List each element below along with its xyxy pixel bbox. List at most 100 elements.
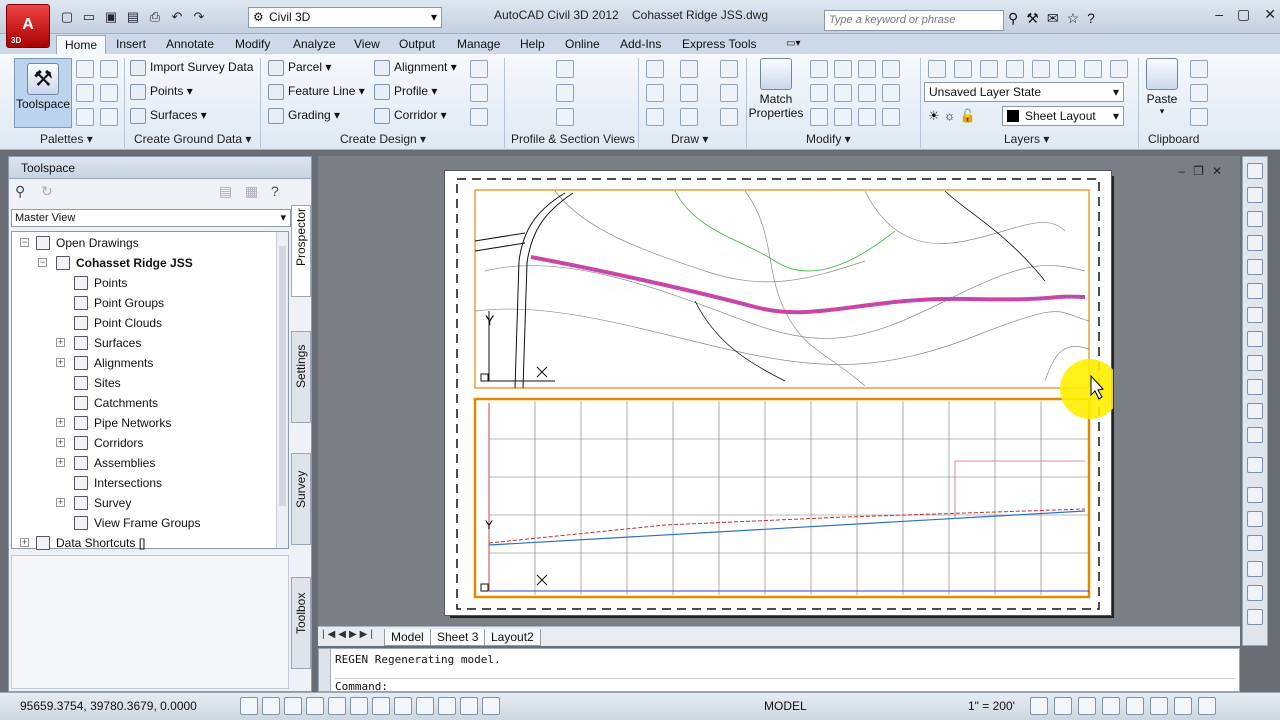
expand-icon[interactable]: + [56, 438, 65, 447]
fillet-icon[interactable] [858, 84, 876, 102]
grading-menu-button[interactable]: Grading ▾ [268, 108, 340, 124]
transparent-station-offset-icon[interactable] [1247, 427, 1263, 443]
mirror-icon[interactable] [834, 84, 852, 102]
expand-icon[interactable]: + [56, 458, 65, 467]
expand-icon[interactable]: + [56, 338, 65, 347]
transparent-section-icon[interactable] [1247, 609, 1263, 625]
layer-off-icon[interactable] [1032, 60, 1050, 78]
lock-toolbars-icon[interactable] [1102, 697, 1120, 715]
status-bar-menu-icon[interactable] [1174, 697, 1192, 715]
tab-model[interactable]: Model [384, 629, 431, 646]
parcel-menu-button[interactable]: Parcel ▾ [268, 60, 331, 76]
help-icon[interactable]: ? [1087, 10, 1095, 27]
maximize-icon[interactable]: ▢ [1237, 6, 1250, 23]
transparent-grid-icon[interactable] [1247, 259, 1263, 275]
snap-toggle-icon[interactable] [240, 697, 258, 715]
transparent-profile-grade-icon[interactable] [1247, 511, 1263, 527]
panel-title-palettes[interactable]: Palettes ▾ [40, 132, 93, 146]
transparent-lat-long-icon[interactable] [1247, 283, 1263, 299]
tab-sheet-3[interactable]: Sheet 3 [430, 629, 486, 646]
circle-icon[interactable] [680, 84, 698, 102]
panel-title-create-design[interactable]: Create Design ▾ [340, 132, 426, 146]
clean-screen-icon[interactable] [1198, 697, 1216, 715]
tree-item-view-frame-groups[interactable]: View Frame Groups [74, 515, 200, 531]
transparent-bearing-icon[interactable] [1247, 187, 1263, 203]
panel-title-draw[interactable]: Draw ▾ [671, 132, 708, 146]
layer-match-icon[interactable] [1084, 60, 1102, 78]
tree-item-open-drawings[interactable]: Open Drawings [36, 235, 139, 251]
feature-line-menu-button[interactable]: Feature Line ▾ [268, 84, 365, 100]
copy-base-point-icon[interactable] [1190, 108, 1208, 126]
transparent-filter-icon[interactable] [1247, 585, 1263, 601]
zoom-search-icon[interactable]: ⚲ [15, 183, 25, 200]
tab-prospector[interactable]: Prospector [291, 205, 311, 297]
multipoint-icon[interactable] [646, 84, 664, 102]
alignment-menu-button[interactable]: Alignment ▾ [374, 60, 457, 76]
assembly-icon[interactable] [470, 84, 488, 102]
redo-icon[interactable]: ↷ [190, 8, 208, 26]
tree-item-point-clouds[interactable]: Point Clouds [74, 315, 162, 331]
cursor-coordinates[interactable]: 95659.3754, 39780.3679, 0.0000 [20, 699, 197, 713]
tab-manage[interactable]: Manage [457, 35, 500, 53]
print-icon[interactable]: ⎙ [146, 8, 164, 26]
transparency-toggle-icon[interactable] [460, 697, 478, 715]
layer-lock-icon[interactable] [1058, 60, 1076, 78]
3d-osnap-toggle-icon[interactable] [350, 697, 368, 715]
help-search-input[interactable]: Type a keyword or phrase [824, 10, 1004, 31]
tree-item-corridors[interactable]: Corridors [74, 435, 143, 451]
drawing-restore-icon[interactable]: ❐ [1193, 164, 1204, 178]
line-icon[interactable] [646, 60, 664, 78]
transparent-point-name-icon[interactable] [1247, 355, 1263, 371]
toolspace-help-icon[interactable]: ? [271, 183, 279, 199]
tab-modify[interactable]: Modify [235, 35, 270, 53]
tree-item-points[interactable]: Points [74, 275, 127, 291]
trim-icon[interactable] [858, 60, 876, 78]
otrack-toggle-icon[interactable] [372, 697, 390, 715]
rotate-icon[interactable] [720, 60, 738, 78]
sample-lines-icon[interactable] [556, 84, 574, 102]
layer-toggle-icons[interactable]: ☀☼🔓 [928, 108, 980, 124]
expand-icon[interactable]: + [20, 538, 29, 547]
survey-palette-icon[interactable] [76, 84, 94, 102]
intersection-icon[interactable] [470, 60, 488, 78]
array-icon[interactable] [834, 108, 852, 126]
dynamic-input-toggle-icon[interactable] [416, 697, 434, 715]
tab-toolbox[interactable]: Toolbox [291, 577, 311, 669]
tab-add-ins[interactable]: Add-Ins [620, 35, 661, 53]
command-line-grip[interactable] [319, 649, 331, 691]
tree-item-sites[interactable]: Sites [74, 375, 121, 391]
transparent-match-icon[interactable] [1247, 561, 1263, 577]
model-space-toggle[interactable]: MODEL [764, 699, 807, 713]
layer-properties-icon[interactable] [928, 60, 946, 78]
tool-palettes-icon[interactable] [100, 108, 118, 126]
tree-item-catchments[interactable]: Catchments [74, 395, 158, 411]
toolspace-button[interactable]: ⚒ Toolspace [14, 58, 72, 128]
hardware-acceleration-icon[interactable] [1126, 697, 1144, 715]
points-menu-button[interactable]: Points ▾ [130, 84, 193, 100]
tab-view[interactable]: View [354, 35, 380, 53]
transparent-point-number-icon[interactable] [1247, 331, 1263, 347]
panel-title-modify[interactable]: Modify ▾ [806, 132, 851, 146]
application-menu-button[interactable]: A 3D [6, 4, 50, 48]
tab-survey[interactable]: Survey [291, 453, 311, 545]
communication-icon[interactable]: ✉ [1047, 10, 1059, 27]
toolspace-title[interactable]: Toolspace [9, 157, 311, 179]
new-file-icon[interactable]: ▢ [58, 8, 76, 26]
hatch-icon[interactable] [720, 84, 738, 102]
tab-express-tools[interactable]: Express Tools [682, 35, 756, 53]
save-icon[interactable]: ▣ [102, 8, 120, 26]
prospector-palette-icon[interactable] [76, 60, 94, 78]
expand-icon[interactable]: + [56, 418, 65, 427]
tab-annotate[interactable]: Annotate [166, 35, 214, 53]
tab-online[interactable]: Online [565, 35, 600, 53]
workspace-selector[interactable]: Civil 3D [248, 7, 442, 28]
transparent-zoom-point-icon[interactable] [1247, 403, 1263, 419]
drawing-close-icon[interactable]: ✕ [1212, 164, 1222, 178]
arc-icon[interactable] [680, 108, 698, 126]
layout-navigation-arrows[interactable]: |◀◀▶▶| [322, 629, 376, 640]
match-properties-button[interactable]: Match Properties [748, 58, 804, 120]
properties-palette-icon[interactable] [100, 60, 118, 78]
tree-item-pipe-networks[interactable]: Pipe Networks [74, 415, 171, 431]
ribbon-toggle-icon[interactable]: ▭▾ [786, 35, 800, 53]
ducs-toggle-icon[interactable] [394, 697, 412, 715]
